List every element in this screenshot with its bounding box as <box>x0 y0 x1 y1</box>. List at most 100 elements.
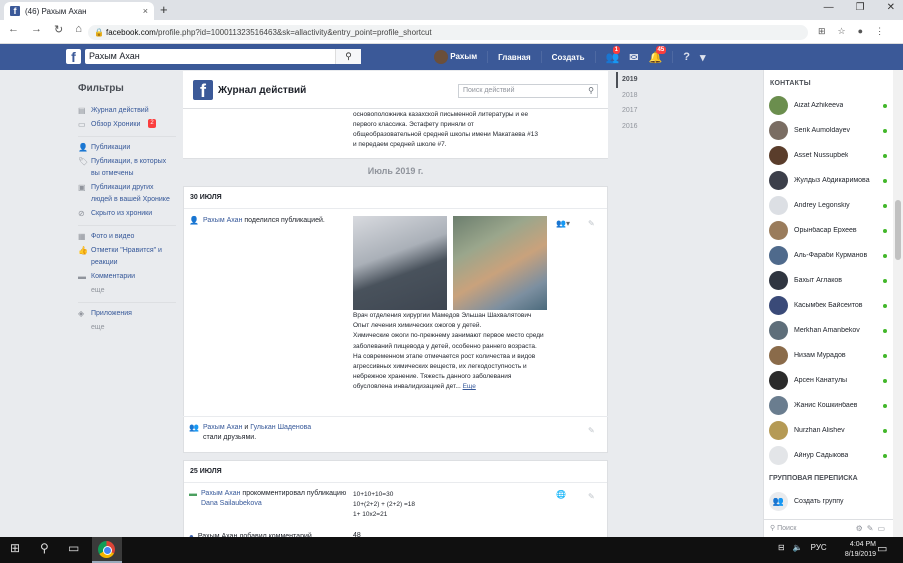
year-link[interactable]: 2019 <box>616 72 646 88</box>
filter-label: Отметки "Нравится" и реакции <box>91 247 162 266</box>
comment-icon: ▬ <box>78 272 86 281</box>
chat-contact[interactable]: Andrey Legonskiy <box>769 196 887 215</box>
facebook-nav-right: Рахым Главная Создать 👥 1 ✉ 🔔 45 ? ▾ <box>434 45 706 66</box>
account-menu-chevron-down-icon[interactable]: ▾ <box>700 51 706 64</box>
close-window-button[interactable]: ✕ <box>887 2 895 13</box>
chat-contact[interactable]: Низам Мурадов <box>769 346 887 365</box>
year-link[interactable]: 2016 <box>616 119 646 135</box>
facebook-search-input[interactable]: Рахым Ахан ⚲ <box>85 49 361 64</box>
menu-dots-icon[interactable]: ⋮ <box>875 26 884 37</box>
back-arrow-icon[interactable]: ← <box>8 23 19 36</box>
page-scrollbar[interactable] <box>893 70 903 537</box>
online-status-dot <box>883 178 887 183</box>
task-view-icon[interactable]: ▭ <box>68 541 79 555</box>
chat-contact[interactable]: Касымбек Байсеитов <box>769 296 887 315</box>
new-tab-button[interactable]: + <box>160 2 168 17</box>
filter-hidden[interactable]: ⊘ Скрыто из хроники <box>78 208 176 220</box>
home-icon[interactable]: ⌂ <box>75 23 82 36</box>
notifications-icon[interactable]: 🔔 45 <box>649 45 667 64</box>
year-link[interactable]: 2018 <box>616 88 646 104</box>
filter-posts[interactable]: 👤 Публикации <box>78 142 176 154</box>
windows-start-icon[interactable]: ⊞ <box>10 541 20 555</box>
online-status-dot <box>883 278 887 283</box>
contact-name: Aizat Azhikeeva <box>794 102 844 109</box>
review-badge: 2 <box>148 119 156 128</box>
chat-contact[interactable]: Арсен Канатулы <box>769 371 887 390</box>
edit-pencil-icon[interactable]: ✎ <box>588 492 595 501</box>
post-photo-surgery[interactable] <box>453 216 547 310</box>
contact-name: Орынбасар Ерхеев <box>794 227 857 234</box>
bookmark-star-icon[interactable]: ☆ <box>838 26 846 37</box>
chat-contact[interactable]: Nurzhan Alishev <box>769 421 887 440</box>
volume-icon[interactable]: 🔈 <box>793 543 803 552</box>
chat-contact[interactable]: Merkhan Amanbekov <box>769 321 887 340</box>
friend-requests-icon[interactable]: 👥 1 <box>606 45 620 64</box>
create-link[interactable]: Создать <box>552 53 585 62</box>
filter-photos[interactable]: ▦ Фото и видео <box>78 231 176 243</box>
search-icon[interactable]: ⚲ <box>40 541 49 555</box>
profile-link[interactable]: Рахым <box>434 50 477 64</box>
filter-likes[interactable]: 👍 Отметки "Нравится" и реакции <box>78 245 176 269</box>
chat-search-placeholder: Поиск <box>777 525 797 532</box>
section-date: 25 ИЮЛЯ <box>184 461 607 483</box>
filter-more[interactable]: еще <box>78 285 176 297</box>
facebook-logo-icon[interactable]: f <box>66 49 81 65</box>
avatar <box>769 246 788 265</box>
chat-contact[interactable]: Орынбасар Ерхеев <box>769 221 887 240</box>
chat-tools-icons[interactable]: ⚙✎▭ <box>856 520 889 538</box>
chat-contact[interactable]: Asset Nussupbek <box>769 146 887 165</box>
friend-link[interactable]: Гулькан Шаденова <box>250 424 311 431</box>
online-status-dot <box>883 228 887 233</box>
filter-others-posts[interactable]: ▣ Публикации других людей в вашей Хронике <box>78 182 176 206</box>
taskbar-clock[interactable]: 4:04 PM 8/19/2019 <box>826 540 876 560</box>
filter-apps[interactable]: ◈ Приложения <box>78 308 176 320</box>
see-more-link[interactable]: Еще <box>463 383 476 390</box>
target-link[interactable]: Dana Sailaubekova <box>201 500 262 507</box>
create-group-button[interactable]: 👥 Создать группу <box>769 492 844 511</box>
filter-more-apps[interactable]: еще <box>78 322 176 334</box>
browser-tab[interactable]: f (46) Рахым Ахан × <box>4 2 154 20</box>
language-indicator[interactable]: РУС <box>811 543 827 552</box>
avatar <box>769 121 788 140</box>
filter-comments[interactable]: ▬ Комментарии <box>78 271 176 283</box>
tab-close-icon[interactable]: × <box>143 6 148 16</box>
chat-contact[interactable]: Aizat Azhikeeva <box>769 96 887 115</box>
actor-link[interactable]: Рахым Ахан <box>201 490 240 497</box>
help-icon[interactable]: ? <box>683 51 690 63</box>
search-icon: ⚲ <box>770 525 776 532</box>
filter-tagged-posts[interactable]: 🏷 Публикации, в которых вы отмечены <box>78 156 176 180</box>
translate-icon[interactable]: ⊞ <box>818 26 826 37</box>
minimize-button[interactable]: — <box>824 2 834 13</box>
chat-contact[interactable]: Serik Aumoldayev <box>769 121 887 140</box>
scrollbar-thumb[interactable] <box>895 200 901 260</box>
url-field[interactable]: 🔒 facebook.com/profile.php?id=1000113235… <box>88 25 808 40</box>
chat-contact[interactable]: Жанис Кошкинбаев <box>769 396 887 415</box>
chat-search-input[interactable]: ⚲ Поиск ⚙✎▭ <box>764 519 893 537</box>
edit-pencil-icon[interactable]: ✎ <box>588 219 595 228</box>
reload-icon[interactable]: ↻ <box>54 23 63 36</box>
chat-contact[interactable]: Аль-Фараби Курманов <box>769 246 887 265</box>
post-photo-doctor[interactable] <box>353 216 447 310</box>
forward-arrow-icon[interactable]: → <box>31 23 42 36</box>
audience-friends-icon[interactable]: 👥▾ <box>556 219 570 228</box>
chat-contact[interactable]: Жулдыз Абдикаримова <box>769 171 887 190</box>
messenger-icon[interactable]: ✉ <box>629 51 638 64</box>
activity-search-input[interactable]: Поиск действий ⚲ <box>458 84 598 98</box>
audience-public-icon[interactable]: 🌐 <box>556 490 566 499</box>
year-link[interactable]: 2017 <box>616 103 646 119</box>
actor-link[interactable]: Рахым Ахан <box>203 217 242 224</box>
chat-contact[interactable]: Бахыт Аглаков <box>769 271 887 290</box>
actor-link[interactable]: Рахым Ахан <box>203 424 242 431</box>
avatar <box>769 171 788 190</box>
home-link[interactable]: Главная <box>498 53 531 62</box>
chat-contact[interactable]: Айнур Садыкова <box>769 446 887 465</box>
edit-pencil-icon[interactable]: ✎ <box>588 426 595 435</box>
filter-timeline-review[interactable]: ▭ Обзор Хроники 2 <box>78 119 176 131</box>
search-icon[interactable]: ⚲ <box>588 85 594 97</box>
action-center-icon[interactable]: ▭ <box>877 542 887 555</box>
maximize-button[interactable]: ❐ <box>856 2 865 13</box>
search-icon[interactable]: ⚲ <box>335 49 361 64</box>
network-icon[interactable]: ⊟ <box>778 543 785 552</box>
filter-activity-log[interactable]: ▤ Журнал действий <box>78 105 176 117</box>
profile-icon[interactable]: ● <box>858 26 863 37</box>
